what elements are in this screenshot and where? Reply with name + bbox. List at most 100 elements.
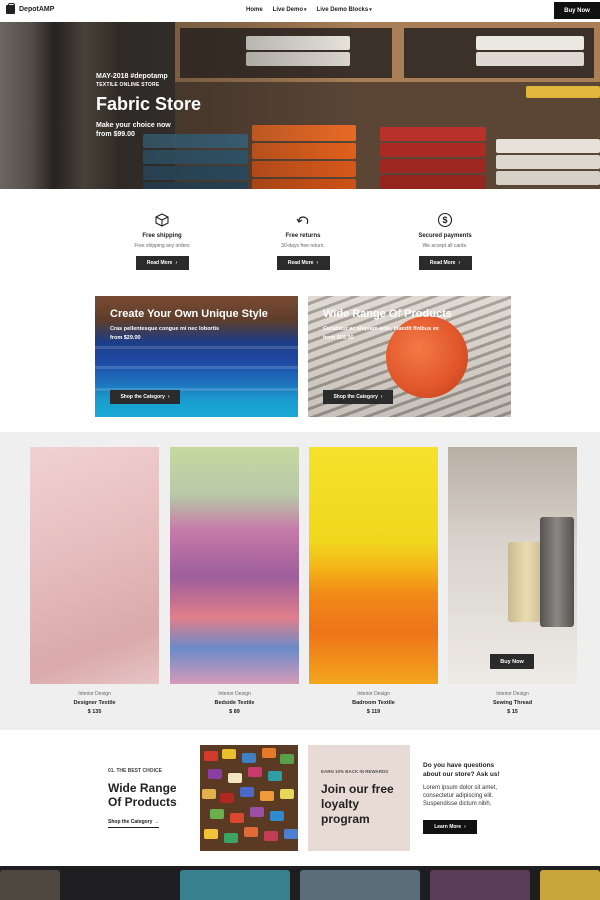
read-more-button[interactable]: Read More › bbox=[276, 256, 330, 270]
spool bbox=[280, 754, 294, 764]
promo-desc: Curabitur ac aliquam ante, blandit finib… bbox=[323, 326, 439, 332]
spool bbox=[230, 813, 244, 823]
product-card[interactable]: Buy Now Interior Design Sewing Thread $ … bbox=[448, 447, 577, 715]
shop-category-link[interactable]: Shop the Category → bbox=[108, 819, 159, 828]
feature-desc: Free shipping any orders bbox=[134, 243, 190, 249]
feature-title: Free shipping bbox=[142, 233, 182, 239]
spool bbox=[264, 831, 278, 841]
menu-item-live-demo[interactable]: Live Demo▾ bbox=[273, 7, 307, 13]
product-card[interactable]: Interior Design Badroom Textile $ 119 bbox=[309, 447, 438, 715]
top-nav: DepotAMP Home Live Demo▾ Live Demo Block… bbox=[0, 0, 600, 22]
button-label: Read More bbox=[287, 260, 314, 266]
menu-label: Live Demo bbox=[272, 7, 304, 13]
hero-tagline: Make your choice now bbox=[96, 122, 171, 129]
product-name[interactable]: Designer Textile bbox=[30, 700, 159, 706]
learn-more-button[interactable]: Learn More › bbox=[423, 820, 477, 834]
spool bbox=[248, 767, 262, 777]
chevron-right-icon: › bbox=[175, 260, 178, 266]
folded-shirt bbox=[540, 870, 600, 900]
spool bbox=[280, 789, 294, 799]
product-price: $ 89 bbox=[229, 709, 240, 715]
towel-texture bbox=[95, 366, 298, 369]
promo-price: from $29.00 bbox=[323, 335, 354, 341]
spool bbox=[210, 809, 224, 819]
thread-spools-image bbox=[200, 745, 298, 851]
feature-title: Free returns bbox=[285, 233, 321, 239]
read-more-button[interactable]: Read More › bbox=[418, 256, 472, 270]
loyalty-card[interactable]: EARN 10% BACK IN REWARDS Join our free l… bbox=[308, 745, 410, 851]
promo-title: Create Your Own Unique Style bbox=[110, 308, 268, 320]
return-arrow-icon bbox=[296, 216, 309, 225]
spool bbox=[228, 773, 242, 783]
hero-title: Fabric Store bbox=[96, 94, 202, 114]
menu-label: Live Demo Blocks bbox=[316, 7, 369, 13]
product-name[interactable]: Sewing Thread bbox=[448, 700, 577, 706]
spool bbox=[224, 833, 238, 843]
logo-text: DepotAMP bbox=[19, 6, 55, 13]
spool bbox=[270, 811, 284, 821]
arrow-right-icon: → bbox=[153, 819, 159, 825]
product-gallery: Interior Design Designer Textile $ 135 I… bbox=[0, 432, 600, 730]
product-image[interactable]: Buy Now bbox=[448, 447, 577, 684]
promo-card-unique-style[interactable]: Create Your Own Unique Style Cras pellen… bbox=[95, 296, 298, 417]
button-label: Shop the Category bbox=[120, 394, 165, 400]
spool bbox=[202, 789, 216, 799]
footer-banner-image bbox=[0, 866, 600, 900]
chevron-right-icon: › bbox=[458, 260, 461, 266]
svg-text:$: $ bbox=[442, 215, 447, 225]
product-image[interactable] bbox=[309, 447, 438, 684]
spool bbox=[284, 829, 298, 839]
button-label: Read More bbox=[146, 260, 173, 266]
spool bbox=[204, 751, 218, 761]
feature-desc: 30-days free return. bbox=[281, 243, 325, 249]
shop-category-button[interactable]: Shop the Category › bbox=[323, 390, 393, 404]
button-label: Shop the Category bbox=[333, 394, 378, 400]
product-image[interactable] bbox=[170, 447, 299, 684]
chevron-down-icon: ▾ bbox=[369, 7, 372, 13]
product-category: Interior Design bbox=[357, 691, 390, 697]
hero-date-tag: MAY-2018 #depotamp bbox=[96, 73, 168, 80]
folded-shirt bbox=[300, 870, 420, 900]
product-category: Interior Design bbox=[78, 691, 111, 697]
spool bbox=[240, 787, 254, 797]
product-name[interactable]: Badroom Textile bbox=[309, 700, 438, 706]
towel-texture bbox=[95, 346, 298, 349]
spool bbox=[222, 749, 236, 759]
logo[interactable]: DepotAMP bbox=[6, 3, 55, 14]
buy-now-button[interactable]: Buy Now bbox=[490, 654, 534, 669]
product-image[interactable] bbox=[30, 447, 159, 684]
promo-price: from $29.00 bbox=[110, 335, 141, 341]
feature-title: Secured payments bbox=[418, 233, 472, 239]
product-price: $ 135 bbox=[87, 709, 102, 715]
spool bbox=[242, 753, 256, 763]
spool bbox=[204, 829, 218, 839]
loyalty-title: Join our free loyalty program bbox=[321, 782, 394, 826]
thread-spool bbox=[540, 517, 574, 627]
product-card[interactable]: Interior Design Designer Textile $ 135 bbox=[30, 447, 159, 715]
button-label: Learn More bbox=[434, 824, 462, 830]
menu-item-live-demo-blocks[interactable]: Live Demo Blocks▾ bbox=[317, 7, 372, 13]
buy-now-button[interactable]: Buy Now bbox=[554, 2, 600, 19]
chevron-right-icon: › bbox=[380, 394, 383, 400]
product-category: Interior Design bbox=[496, 691, 529, 697]
chevron-right-icon: › bbox=[316, 260, 319, 266]
spool bbox=[260, 791, 274, 801]
product-price: $ 119 bbox=[366, 709, 381, 715]
chevron-right-icon: › bbox=[167, 394, 170, 400]
product-name[interactable]: Bedside Textile bbox=[170, 700, 299, 706]
main-menu: Home Live Demo▾ Live Demo Blocks▾ bbox=[246, 7, 372, 13]
read-more-button[interactable]: Read More › bbox=[135, 256, 189, 270]
product-card[interactable]: Interior Design Bedside Textile $ 89 bbox=[170, 447, 299, 715]
shop-category-button[interactable]: Shop the Category › bbox=[110, 390, 180, 404]
spool bbox=[262, 748, 276, 758]
menu-item-home[interactable]: Home bbox=[246, 7, 263, 13]
folded-shirt bbox=[0, 870, 60, 900]
product-price: $ 15 bbox=[507, 709, 518, 715]
questions-desc: Lorem ipsum dolor sit amet, consectetur … bbox=[423, 785, 498, 807]
menu-label: Home bbox=[246, 7, 263, 13]
hero-subtitle: TEXTILE ONLINE STORE bbox=[96, 82, 160, 88]
hero-overlay bbox=[0, 22, 600, 189]
button-label: Read More bbox=[429, 260, 456, 266]
spool bbox=[220, 793, 234, 803]
promo-card-wide-range[interactable]: Wide Range Of Products Curabitur ac aliq… bbox=[308, 296, 511, 417]
